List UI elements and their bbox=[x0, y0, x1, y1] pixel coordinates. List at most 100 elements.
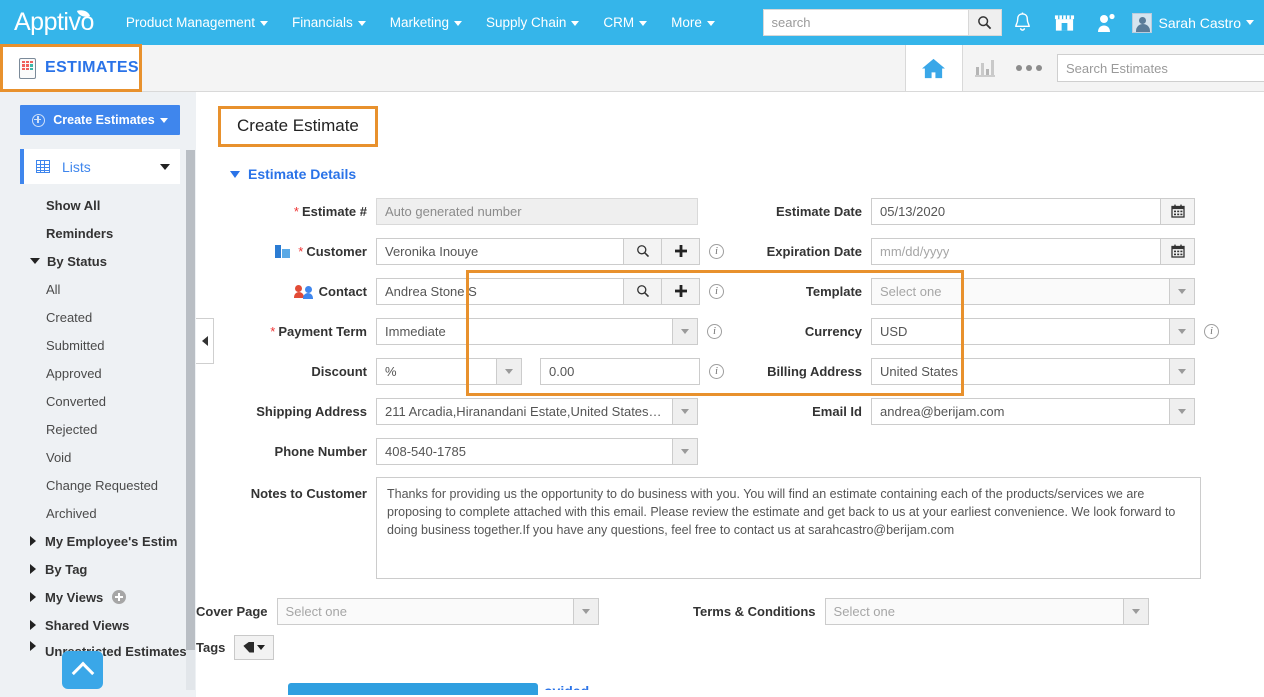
input-estimate-number[interactable]: Auto generated number bbox=[376, 197, 698, 225]
payment-term-dropdown-arrow[interactable] bbox=[673, 317, 698, 345]
sidebar-scrollbar-thumb[interactable] bbox=[186, 150, 195, 650]
sidebar-item-shared-views[interactable]: Shared Views bbox=[0, 611, 196, 639]
select-currency[interactable]: USD bbox=[871, 317, 1170, 345]
section-header-estimate-details[interactable]: Estimate Details bbox=[230, 166, 1264, 182]
input-placeholder: Select one bbox=[833, 603, 895, 619]
select-cover-page[interactable]: Select one bbox=[276, 597, 574, 625]
sidebar-item-created[interactable]: Created bbox=[0, 303, 196, 331]
input-discount-value[interactable]: 0.00 bbox=[540, 357, 700, 385]
sidebar-item-archived[interactable]: Archived bbox=[0, 499, 196, 527]
label-text: Discount bbox=[311, 363, 367, 379]
customer-add-button[interactable] bbox=[662, 237, 700, 265]
sidebar-item-all[interactable]: All bbox=[0, 275, 196, 303]
contact-search-button[interactable] bbox=[624, 277, 662, 305]
calculator-icon bbox=[19, 57, 36, 79]
terms-conditions-dropdown-arrow[interactable] bbox=[1123, 597, 1149, 625]
customer-info-icon[interactable]: i bbox=[709, 243, 724, 259]
notifications-button[interactable] bbox=[1013, 12, 1032, 33]
scroll-to-top-button[interactable] bbox=[62, 651, 103, 689]
expiration-date-calendar-button[interactable] bbox=[1161, 237, 1195, 265]
home-button[interactable] bbox=[904, 45, 963, 91]
label-cover-page: Cover Page bbox=[196, 604, 277, 619]
label-estimate-number: * Estimate # bbox=[196, 204, 376, 219]
input-estimate-date[interactable]: 05/13/2020 bbox=[871, 197, 1161, 225]
global-search-button[interactable] bbox=[967, 9, 1002, 36]
sidebar-item-rejected[interactable]: Rejected bbox=[0, 415, 196, 443]
sidebar-item-converted[interactable]: Converted bbox=[0, 387, 196, 415]
billing-address-dropdown-arrow[interactable] bbox=[1170, 357, 1195, 385]
sidebar-item-label: My Employee's Estim bbox=[45, 533, 178, 549]
input-expiration-date[interactable]: mm/dd/yyyy bbox=[871, 237, 1161, 265]
nav-item-product-management[interactable]: Product Management bbox=[114, 0, 280, 45]
sidebar-item-submitted[interactable]: Submitted bbox=[0, 331, 196, 359]
customer-search-button[interactable] bbox=[624, 237, 662, 265]
field-row-customer: * Customer Veronika Inouye i bbox=[196, 231, 756, 271]
sidebar-item-void[interactable]: Void bbox=[0, 443, 196, 471]
sidebar-item-reminders[interactable]: Reminders bbox=[0, 219, 196, 247]
select-email-id[interactable]: andrea@berijam.com bbox=[871, 397, 1170, 425]
chevron-down-icon bbox=[681, 448, 689, 454]
select-terms-conditions[interactable]: Select one bbox=[824, 597, 1124, 625]
sidebar-item-approved[interactable]: Approved bbox=[0, 359, 196, 387]
nav-item-crm[interactable]: CRM bbox=[591, 0, 659, 45]
module-title-estimates[interactable]: ESTIMATES bbox=[0, 44, 142, 92]
nav-item-supply-chain[interactable]: Supply Chain bbox=[474, 0, 591, 45]
more-options-button[interactable] bbox=[1007, 65, 1051, 71]
select-phone-number[interactable]: 408-540-1785 bbox=[376, 437, 673, 465]
sidebar-item-change-requested[interactable]: Change Requested bbox=[0, 471, 196, 499]
nav-item-financials[interactable]: Financials bbox=[280, 0, 378, 45]
module-search-input[interactable] bbox=[1056, 54, 1264, 82]
field-row-estimate-number: * Estimate # Auto generated number bbox=[196, 191, 756, 231]
apptivo-logo[interactable]: Apptivo bbox=[14, 7, 94, 37]
select-payment-term[interactable]: Immediate bbox=[376, 317, 673, 345]
sidebar-item-my-employees-estimates[interactable]: My Employee's Estim bbox=[0, 527, 196, 555]
sidebar-lists-header[interactable]: Lists bbox=[20, 149, 180, 184]
label-text: Estimate Date bbox=[776, 203, 862, 219]
calendar-icon bbox=[1170, 244, 1185, 258]
estimate-date-calendar-button[interactable] bbox=[1161, 197, 1195, 225]
global-search-input[interactable] bbox=[762, 9, 968, 36]
textarea-notes-to-customer[interactable]: Thanks for providing us the opportunity … bbox=[376, 477, 1201, 579]
reports-button[interactable] bbox=[963, 58, 1007, 78]
discount-info-icon[interactable]: i bbox=[709, 363, 724, 379]
phone-number-dropdown-arrow[interactable] bbox=[673, 437, 698, 465]
calendar-icon bbox=[1170, 204, 1185, 218]
sidebar-item-my-views[interactable]: My Views bbox=[0, 583, 196, 611]
add-view-icon[interactable] bbox=[112, 590, 127, 604]
currency-info-icon[interactable]: i bbox=[1204, 323, 1219, 339]
chevron-down-icon bbox=[581, 608, 590, 614]
contacts-button[interactable] bbox=[1097, 13, 1115, 33]
select-shipping-address[interactable]: 211 Arcadia,Hiranandani Estate,United St… bbox=[376, 397, 673, 425]
template-dropdown-arrow[interactable] bbox=[1170, 277, 1195, 305]
top-right-controls: Sarah Castro bbox=[762, 9, 1254, 36]
sidebar-collapse-handle[interactable] bbox=[196, 318, 214, 364]
email-id-dropdown-arrow[interactable] bbox=[1170, 397, 1195, 425]
sidebar-item-label: Converted bbox=[46, 393, 106, 409]
nav-item-marketing[interactable]: Marketing bbox=[378, 0, 474, 45]
input-customer[interactable]: Veronika Inouye bbox=[376, 237, 624, 265]
store-button[interactable] bbox=[1054, 13, 1075, 33]
contact-add-button[interactable] bbox=[662, 277, 700, 305]
tags-button[interactable] bbox=[234, 634, 275, 660]
select-billing-address[interactable]: United States bbox=[871, 357, 1170, 385]
input-contact[interactable]: Andrea Stone S bbox=[376, 277, 624, 305]
contact-info-icon[interactable]: i bbox=[709, 283, 724, 299]
select-template[interactable]: Select one bbox=[871, 277, 1170, 305]
sidebar-scrollbar[interactable] bbox=[186, 150, 195, 690]
sidebar-item-by-tag[interactable]: By Tag bbox=[0, 555, 196, 583]
sidebar-item-by-status[interactable]: By Status bbox=[0, 247, 196, 275]
nav-item-more[interactable]: More bbox=[659, 0, 727, 45]
currency-dropdown-arrow[interactable] bbox=[1170, 317, 1195, 345]
input-group-contact: Andrea Stone S i bbox=[376, 277, 724, 305]
shipping-address-dropdown-arrow[interactable] bbox=[673, 397, 698, 425]
module-toolbar bbox=[142, 45, 1264, 91]
discount-unit-dropdown-arrow[interactable] bbox=[497, 357, 522, 385]
create-estimates-button[interactable]: Create Estimates bbox=[20, 105, 180, 135]
sidebar-item-show-all[interactable]: Show All bbox=[0, 191, 196, 219]
user-menu[interactable]: Sarah Castro bbox=[1131, 12, 1254, 33]
payment-term-info-icon[interactable]: i bbox=[707, 323, 722, 339]
select-discount-unit[interactable]: % bbox=[376, 357, 497, 385]
input-group-terms-conditions: Select one bbox=[824, 597, 1149, 625]
input-value: United States bbox=[880, 363, 959, 379]
cover-page-dropdown-arrow[interactable] bbox=[573, 597, 599, 625]
